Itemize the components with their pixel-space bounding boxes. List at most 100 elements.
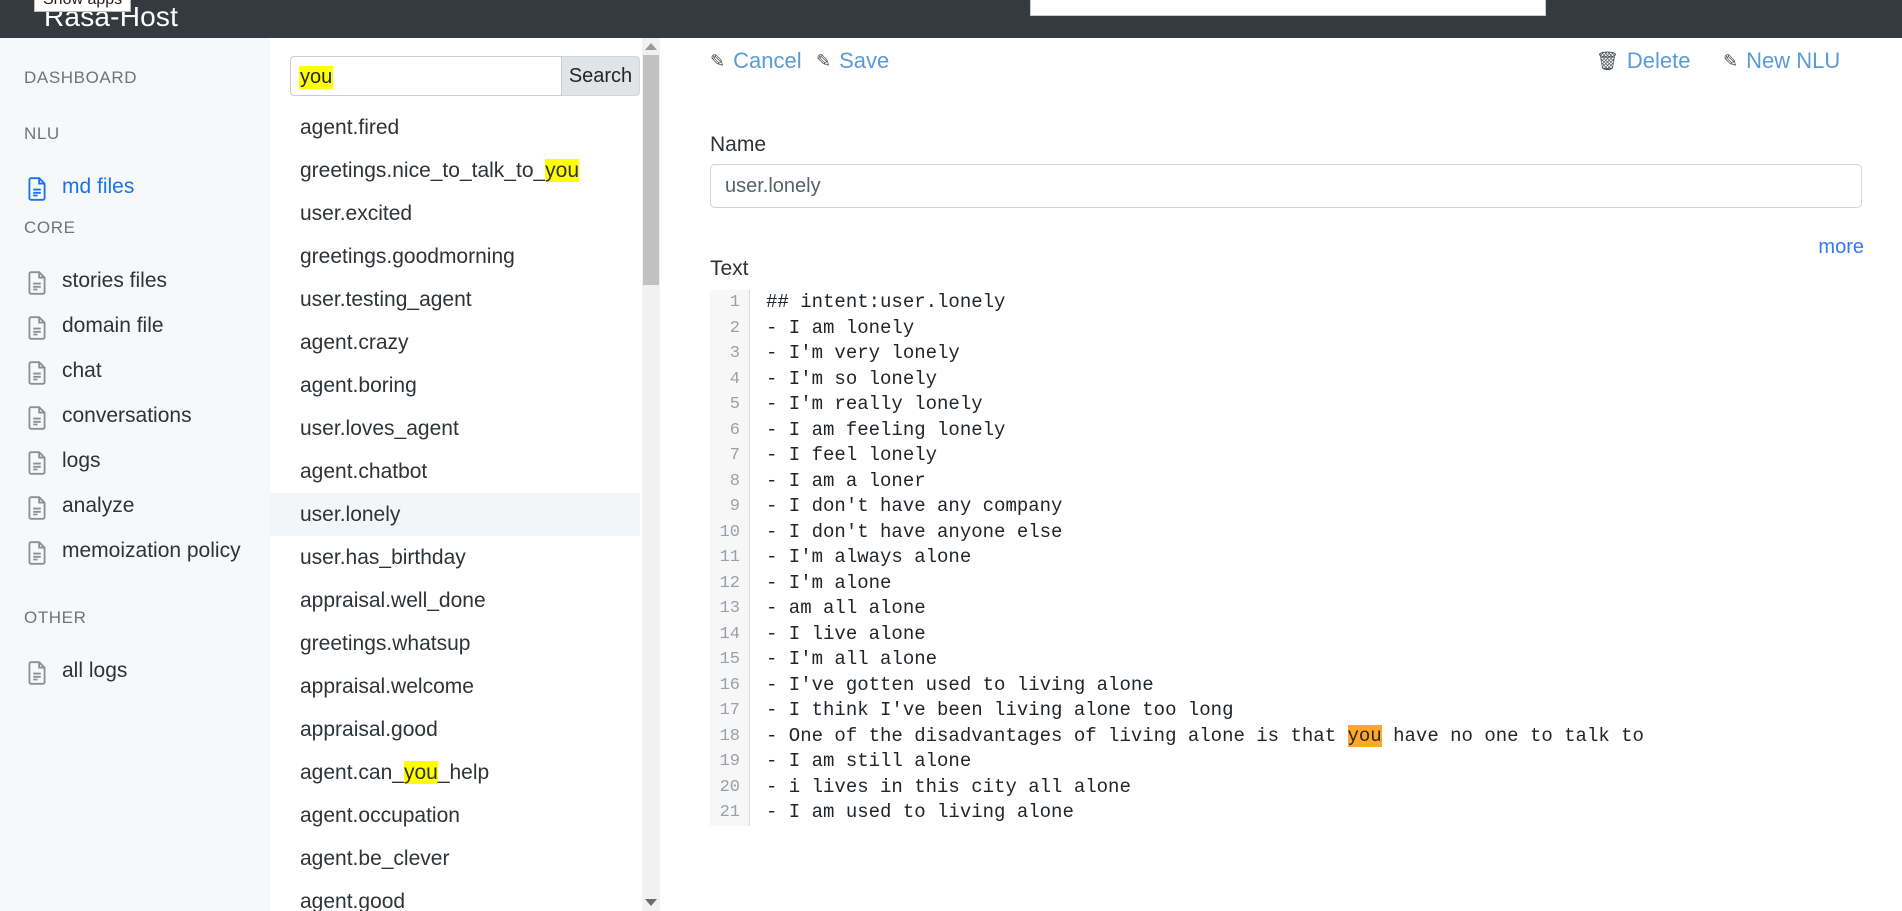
intent-list-item[interactable]: agent.occupation <box>270 794 640 837</box>
search-match-highlight: you <box>404 761 438 784</box>
sidebar-item-md-files[interactable]: md files <box>0 174 270 200</box>
edit-icon: ✎️ <box>1723 50 1738 72</box>
new-nlu-button[interactable]: ✎️ New NLU <box>1723 48 1840 74</box>
code-editor[interactable]: 1## intent:user.lonely2- I am lonely3- I… <box>710 290 1862 826</box>
sidebar-item-all-logs[interactable]: all logs <box>0 658 270 684</box>
line-number: 14 <box>710 622 750 648</box>
intent-list-item[interactable]: greetings.whatsup <box>270 622 640 665</box>
code-line-text: - I feel lonely <box>750 443 1862 469</box>
list-scrollbar-thumb[interactable] <box>643 55 659 285</box>
intent-list-item[interactable]: user.testing_agent <box>270 278 640 321</box>
code-line: 5- I'm really lonely <box>710 392 1862 418</box>
code-line: 13- am all alone <box>710 596 1862 622</box>
file-icon <box>24 405 50 431</box>
code-line-text: - am all alone <box>750 596 1862 622</box>
intent-list-item[interactable]: agent.fired <box>270 106 640 149</box>
line-number: 10 <box>710 520 750 546</box>
code-line-text: ## intent:user.lonely <box>750 290 1862 316</box>
sidebar-item-conversations[interactable]: conversations <box>0 403 270 429</box>
line-number: 5 <box>710 392 750 418</box>
cancel-button[interactable]: ✎️ Cancel <box>710 48 802 74</box>
sidebar-item-analyze[interactable]: analyze <box>0 493 270 519</box>
code-line: 10- I don't have anyone else <box>710 520 1862 546</box>
code-line: 12- I'm alone <box>710 571 1862 597</box>
code-line-text: - I live alone <box>750 622 1862 648</box>
top-bar: Rasa-Host <box>0 0 1902 38</box>
sidebar-item-label: memoization policy <box>62 538 241 564</box>
intent-list-item[interactable]: appraisal.well_done <box>270 579 640 622</box>
sidebar-item-label: all logs <box>62 658 127 684</box>
intent-list-item[interactable]: agent.be_clever <box>270 837 640 880</box>
name-input[interactable] <box>710 164 1862 208</box>
intent-list-item[interactable]: greetings.goodmorning <box>270 235 640 278</box>
search-input[interactable] <box>290 56 562 96</box>
code-line-text: - I've gotten used to living alone <box>750 673 1862 699</box>
editor-toolbar: ✎️ Cancel ✎️ Save 🗑 Delete ✎️ New NLU <box>660 38 1902 86</box>
top-dropdown-panel[interactable] <box>1030 0 1546 16</box>
line-number: 19 <box>710 749 750 775</box>
intent-list-item[interactable]: agent.chatbot <box>270 450 640 493</box>
more-link[interactable]: more <box>1818 236 1864 259</box>
file-icon <box>24 270 50 296</box>
code-line: 7- I feel lonely <box>710 443 1862 469</box>
file-icon <box>24 540 50 566</box>
search-row: you Search <box>290 56 640 96</box>
code-line: 19- I am still alone <box>710 749 1862 775</box>
intent-list-item[interactable]: appraisal.welcome <box>270 665 640 708</box>
sidebar-section-other: OTHER <box>0 608 87 628</box>
scroll-up-arrow-icon[interactable] <box>642 38 660 55</box>
save-button[interactable]: ✎️ Save <box>816 48 889 74</box>
file-icon <box>24 360 50 386</box>
search-match-highlight: you <box>545 159 579 182</box>
sidebar-item-label: domain file <box>62 313 164 339</box>
intent-list-item[interactable]: agent.boring <box>270 364 640 407</box>
code-match-highlight: you <box>1348 725 1382 747</box>
code-line: 4- I'm so lonely <box>710 367 1862 393</box>
scroll-down-arrow-icon[interactable] <box>642 894 660 911</box>
sidebar-item-memoization-policy[interactable]: memoization policy <box>0 538 270 564</box>
intent-list-panel: you Search agent.firedgreetings.nice_to_… <box>270 38 670 911</box>
intent-list-item[interactable]: agent.good <box>270 880 640 911</box>
code-line: 16- I've gotten used to living alone <box>710 673 1862 699</box>
line-number: 9 <box>710 494 750 520</box>
intent-list-item[interactable]: user.lonely <box>270 493 640 536</box>
sidebar-section-core: CORE <box>0 218 76 238</box>
code-line-text: - I think I've been living alone too lon… <box>750 698 1862 724</box>
code-line: 21- I am used to living alone <box>710 800 1862 826</box>
code-line-text: - I am a loner <box>750 469 1862 495</box>
line-number: 2 <box>710 316 750 342</box>
code-line-text: - I am feeling lonely <box>750 418 1862 444</box>
line-number: 20 <box>710 775 750 801</box>
show-apps-tooltip: Show apps <box>34 0 131 12</box>
line-number: 4 <box>710 367 750 393</box>
edit-icon: ✎️ <box>710 50 725 72</box>
intent-list-item[interactable]: appraisal.good <box>270 708 640 751</box>
intent-list-item[interactable]: user.loves_agent <box>270 407 640 450</box>
intent-list: agent.firedgreetings.nice_to_talk_to_you… <box>270 106 640 911</box>
sidebar-item-domain-file[interactable]: domain file <box>0 313 270 339</box>
code-line-text: - I am used to living alone <box>750 800 1862 826</box>
delete-button[interactable]: 🗑 Delete <box>1596 48 1690 74</box>
intent-list-item[interactable]: user.excited <box>270 192 640 235</box>
sidebar-item-logs[interactable]: logs <box>0 448 270 474</box>
code-line: 15- I'm all alone <box>710 647 1862 673</box>
code-line-text: - I'm so lonely <box>750 367 1862 393</box>
intent-list-item[interactable]: greetings.nice_to_talk_to_you <box>270 149 640 192</box>
intent-list-item[interactable]: user.has_birthday <box>270 536 640 579</box>
line-number: 13 <box>710 596 750 622</box>
intent-list-item[interactable]: agent.crazy <box>270 321 640 364</box>
sidebar-item-stories-files[interactable]: stories files <box>0 268 270 294</box>
name-label: Name <box>710 133 766 157</box>
sidebar-section-dashboard: DASHBOARD <box>0 68 137 88</box>
code-line-text: - One of the disadvantages of living alo… <box>750 724 1862 750</box>
code-line-text: - i lives in this city all alone <box>750 775 1862 801</box>
code-line: 18- One of the disadvantages of living a… <box>710 724 1862 750</box>
search-button[interactable]: Search <box>562 56 640 96</box>
intent-list-item[interactable]: agent.can_you_help <box>270 751 640 794</box>
editor-panel: ✎️ Cancel ✎️ Save 🗑 Delete ✎️ New NLU Na… <box>660 38 1902 911</box>
code-line: 20- i lives in this city all alone <box>710 775 1862 801</box>
sidebar-item-chat[interactable]: chat <box>0 358 270 384</box>
edit-icon: ✎️ <box>816 50 831 72</box>
line-number: 16 <box>710 673 750 699</box>
text-label: Text <box>710 257 749 281</box>
